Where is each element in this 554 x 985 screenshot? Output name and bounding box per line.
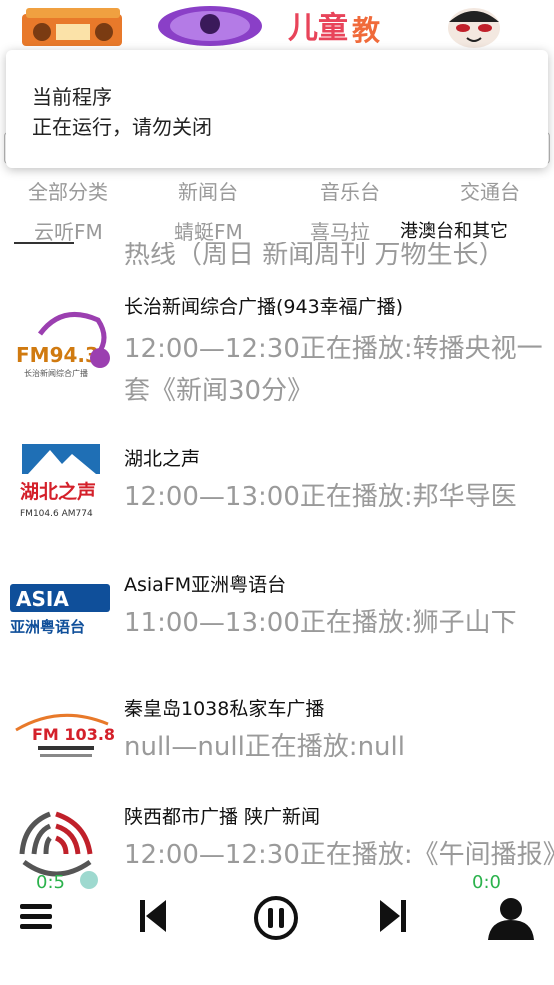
station-program: null—null正在播放:null [124,732,405,762]
next-track-icon[interactable] [376,896,410,936]
user-profile-icon[interactable] [486,896,536,940]
station-program: 12:00—13:00正在播放:邦华导医 [124,482,517,512]
svg-text:亚洲粤语台: 亚洲粤语台 [10,618,85,636]
svg-text:长治新闻综合广播: 长治新闻综合广播 [24,368,88,378]
tab-music[interactable]: 音乐台 [320,176,380,205]
tab-yunting-fm[interactable]: 云听FM [34,216,103,245]
list-item[interactable]: 陕西都市广播 陕广新闻 12:00—12:30正在播放:《午间播报》 [0,794,554,878]
tab-traffic[interactable]: 交通台 [460,176,520,205]
tab-hk-macau-taiwan-other[interactable]: 港澳台和其它 [400,217,508,243]
tab-news[interactable]: 新闻台 [178,176,238,205]
hubei-voice-logo-icon: 湖北之声 FM104.6 AM774 [20,444,100,519]
station-name: 湖北之声 [124,448,201,470]
disc-logo-icon[interactable] [156,4,264,48]
tab-all-categories[interactable]: 全部分类 [28,176,108,205]
radio-logo-icon[interactable] [20,4,126,48]
list-item[interactable]: 湖北之声 FM104.6 AM774 湖北之声 12:00—13:00正在播放:… [0,438,554,538]
seek-handle[interactable] [80,871,98,889]
opera-mask-logo-icon[interactable] [443,4,505,48]
list-item[interactable]: FM 103.8 秦皇岛1038私家车广播 null—null正在播放:null [0,688,554,788]
svg-text:教: 教 [352,14,380,47]
tab-ximalaya[interactable]: 喜马拉 [310,216,370,245]
top-logo-bar: 儿童 教 [0,0,554,52]
shaanxi-logo-icon [19,811,93,877]
station-name: AsiaFM亚洲粤语台 [124,574,287,596]
station-name: 陕西都市广播 陕广新闻 [124,806,321,828]
station-program: 12:00—12:30正在播放:《午间播报》 [124,840,554,870]
list-item[interactable]: ASIA 亚洲粤语台 AsiaFM亚洲粤语台 11:00—13:00正在播放:狮… [0,564,554,664]
svg-text:FM104.6 AM774: FM104.6 AM774 [20,509,93,519]
fm943-logo-icon: FM94.3 长治新闻综合广播 [16,311,110,378]
svg-text:FM 103.8: FM 103.8 [32,725,114,744]
menu-icon[interactable] [18,896,54,936]
pause-icon[interactable] [252,894,300,942]
svg-text:湖北之声: 湖北之声 [20,480,96,503]
svg-text:儿童: 儿童 [288,11,348,46]
toast-title: 当前程序 [32,85,112,109]
elapsed-time: 0:5 [36,872,65,893]
running-notification-toast: 当前程序 正在运行，请勿关闭 [6,50,548,168]
station-name: 秦皇岛1038私家车广播 [124,698,325,720]
station-program: 12:00—12:30正在播放:转播央视一套《新闻30分》 [124,334,543,406]
station-list: 热线（周日 新闻周刊 万物生长） FM94.3 长治新闻综合广播 长治新闻综合广… [0,238,554,878]
svg-text:ASIA: ASIA [16,587,69,611]
station-name: 长治新闻综合广播(943幸福广播) [124,296,404,318]
toast-message: 正在运行，请勿关闭 [32,115,212,139]
previous-track-icon[interactable] [136,896,170,936]
tab-qingting-fm[interactable]: 蜻蜓FM [174,216,243,245]
asia-fm-logo-icon: ASIA 亚洲粤语台 [10,584,110,636]
list-item[interactable]: FM94.3 长治新闻综合广播 长治新闻综合广播(943幸福广播) 12:00—… [0,288,554,418]
remaining-time: 0:0 [472,872,501,893]
kids-logo-icon[interactable]: 儿童 教 [282,4,412,48]
fm1038-logo-icon: FM 103.8 [15,713,114,757]
svg-text:FM94.3: FM94.3 [16,343,99,367]
category-tabs: 全部分类 新闻台 音乐台 交通台 云听FM 蜻蜓FM 喜马拉 港澳台和其它 [0,170,554,245]
station-program: 11:00—13:00正在播放:狮子山下 [124,608,517,638]
